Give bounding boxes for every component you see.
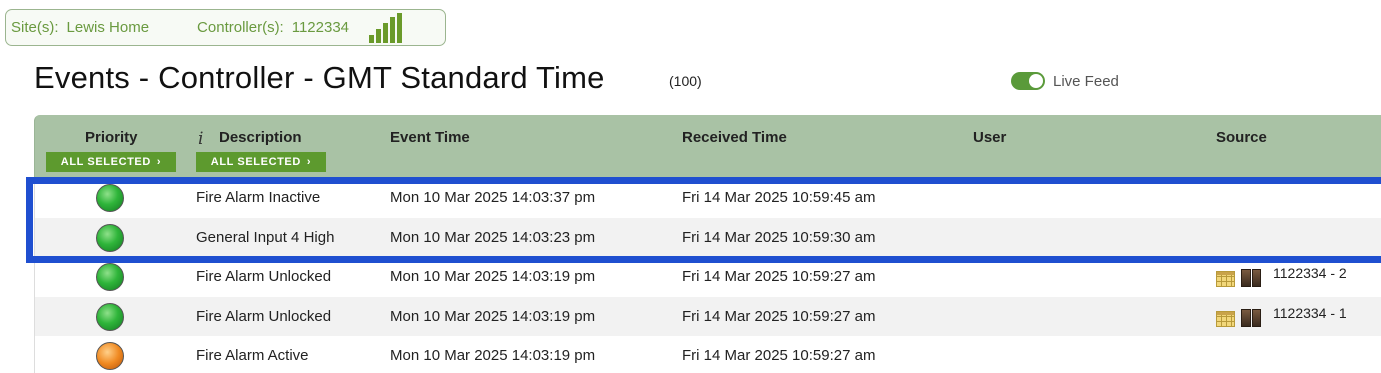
events-table: Priority ALL SELECTED › i Description AL… [34,115,1381,373]
priority-indicator-green [96,263,124,291]
info-icon[interactable]: i [198,129,203,149]
page-title: Events - Controller - GMT Standard Time [34,60,605,95]
table-row[interactable]: Fire Alarm Inactive Mon 10 Mar 2025 14:0… [34,178,1381,218]
event-time-cell: Mon 10 Mar 2025 14:03:37 pm [390,189,596,206]
signal-strength-icon [369,12,403,43]
site-selector[interactable]: Site(s): Lewis Home [11,19,149,36]
priority-indicator-green [96,302,124,331]
controller-label: Controller(s): [197,19,284,36]
description-filter-button[interactable]: ALL SELECTED › [196,152,326,172]
table-row[interactable]: Fire Alarm Unlocked Mon 10 Mar 2025 14:0… [34,257,1381,297]
site-value: Lewis Home [66,19,150,36]
column-priority[interactable]: Priority [85,129,138,146]
event-time-cell: Mon 10 Mar 2025 14:03:19 pm [390,347,596,364]
table-header: Priority ALL SELECTED › i Description AL… [34,115,1381,178]
column-received-time[interactable]: Received Time [682,129,787,146]
chevron-right-icon: › [156,156,162,168]
priority-filter-button[interactable]: ALL SELECTED › [46,152,176,172]
site-label: Site(s): [11,19,59,36]
source-cell: 1122334 - 2 [1216,265,1347,287]
schedule-calendar-icon[interactable] [1216,310,1235,327]
source-label: 1122334 - 2 [1273,265,1347,281]
site-controller-bar[interactable]: Site(s): Lewis Home Controller(s): 11223… [5,9,446,46]
column-event-time[interactable]: Event Time [390,129,470,146]
live-feed-label: Live Feed [1053,72,1119,90]
toggle-knob [1029,74,1043,88]
controller-selector[interactable]: Controller(s): 1122334 [197,19,349,36]
description-cell: Fire Alarm Unlocked [196,268,332,285]
table-row[interactable]: General Input 4 High Mon 10 Mar 2025 14:… [34,217,1381,257]
table-row[interactable]: Fire Alarm Unlocked Mon 10 Mar 2025 14:0… [34,296,1381,336]
event-count: (100) [669,73,702,89]
priority-filter-label: ALL SELECTED [60,156,151,168]
source-cell: 1122334 - 1 [1216,305,1347,327]
received-time-cell: Fri 14 Mar 2025 10:59:27 am [682,307,876,325]
received-time-cell: Fri 14 Mar 2025 10:59:30 am [682,228,876,246]
door-icon[interactable] [1241,269,1261,287]
column-source[interactable]: Source [1216,129,1267,146]
event-time-cell: Mon 10 Mar 2025 14:03:19 pm [390,268,596,285]
priority-indicator-green [96,223,124,252]
live-feed-control[interactable]: Live Feed [1011,72,1119,90]
controller-value: 1122334 [291,19,350,36]
description-cell: General Input 4 High [196,228,335,246]
schedule-calendar-icon[interactable] [1216,271,1235,287]
priority-indicator-green [96,184,124,212]
event-time-cell: Mon 10 Mar 2025 14:03:23 pm [390,228,596,246]
column-description[interactable]: Description [219,129,302,146]
description-cell: Fire Alarm Active [196,347,309,364]
column-user[interactable]: User [973,129,1006,146]
priority-indicator-orange [96,342,124,370]
door-icon[interactable] [1241,308,1261,327]
received-time-cell: Fri 14 Mar 2025 10:59:27 am [682,347,876,364]
chevron-right-icon: › [306,156,312,168]
received-time-cell: Fri 14 Mar 2025 10:59:45 am [682,189,876,206]
live-feed-toggle[interactable] [1011,72,1045,90]
event-time-cell: Mon 10 Mar 2025 14:03:19 pm [390,307,596,325]
source-label: 1122334 - 1 [1273,304,1347,321]
description-filter-label: ALL SELECTED [210,156,301,168]
table-row[interactable]: Fire Alarm Active Mon 10 Mar 2025 14:03:… [34,336,1381,373]
received-time-cell: Fri 14 Mar 2025 10:59:27 am [682,268,876,285]
description-cell: Fire Alarm Unlocked [196,307,332,325]
description-cell: Fire Alarm Inactive [196,189,321,206]
